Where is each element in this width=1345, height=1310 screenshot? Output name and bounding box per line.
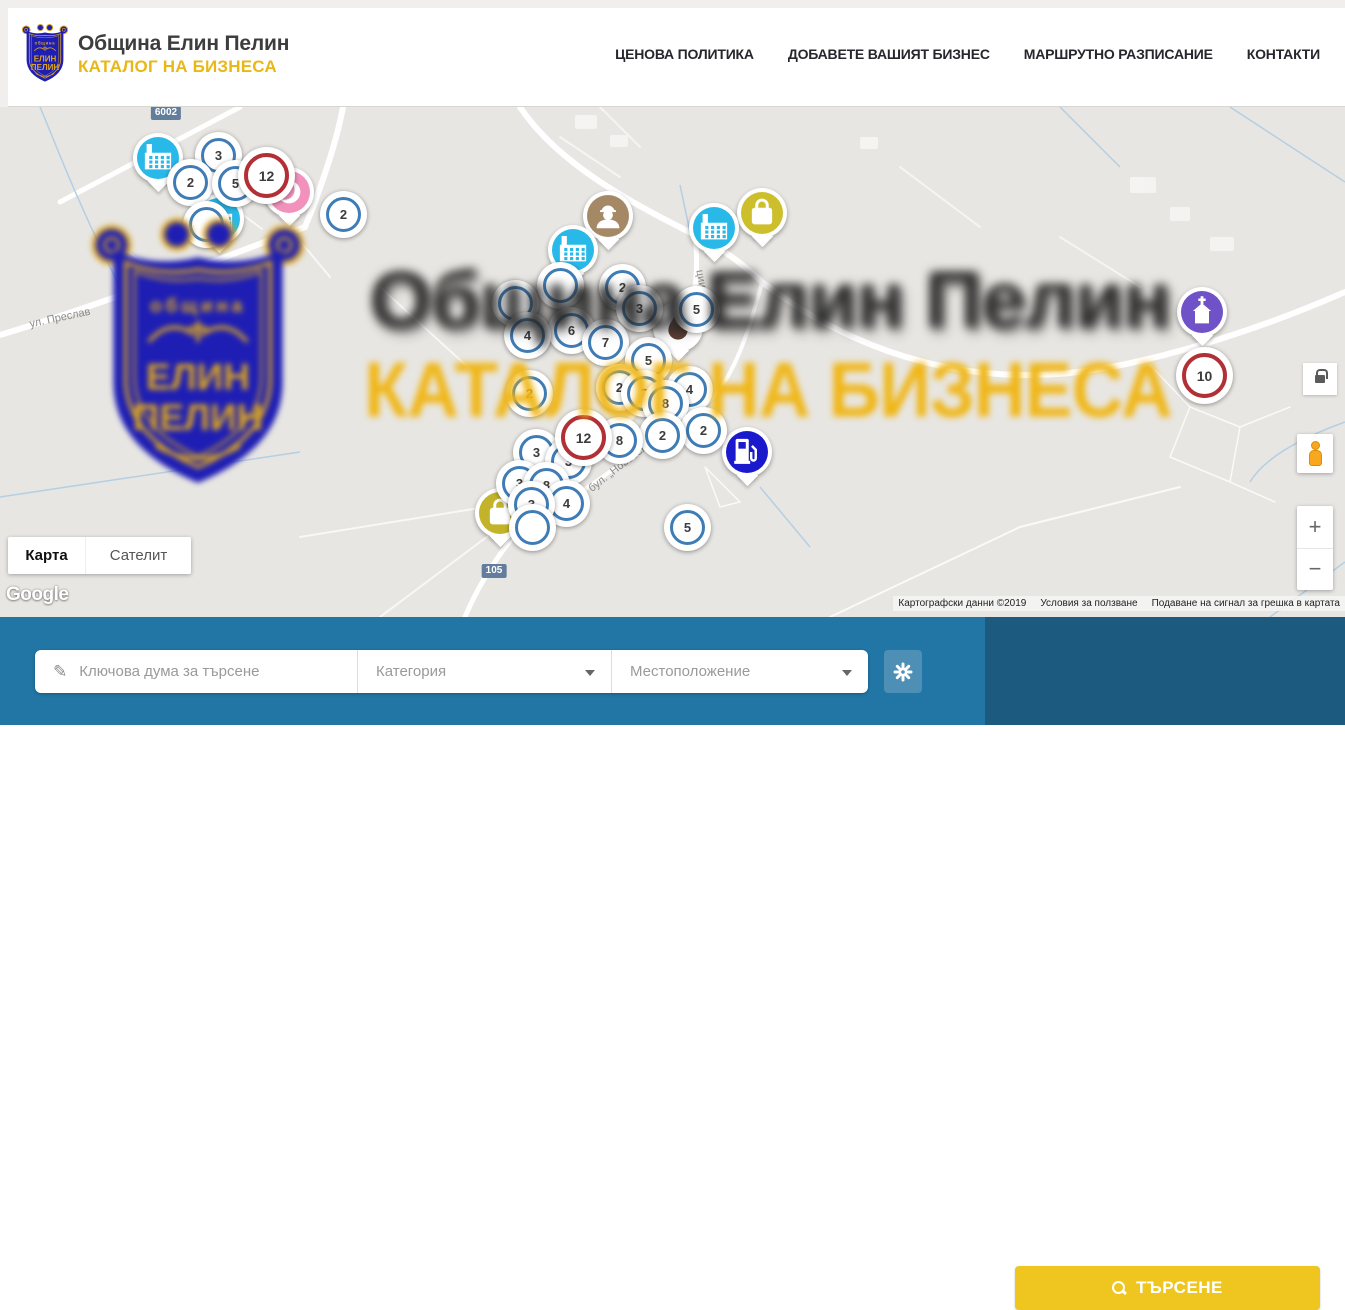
search-bar: ✎ Категория Местоположение ТЪРСЕНЕ <box>0 617 1345 725</box>
map-canvas[interactable]: ул. Преславбул. „Новоселции6002105 31225… <box>0 107 1345 617</box>
marker-factory-icon[interactable] <box>689 203 739 253</box>
keyword-field[interactable]: ✎ <box>35 650 358 693</box>
marker-church-icon[interactable] <box>1177 287 1227 337</box>
cluster-marker[interactable]: 4 <box>504 312 551 359</box>
cluster-marker[interactable]: 10 <box>1176 347 1233 404</box>
nav-item-contacts[interactable]: КОНТАКТИ <box>1247 46 1320 62</box>
keyword-input[interactable] <box>79 663 329 680</box>
marker-fuel-pump-icon[interactable] <box>722 427 772 477</box>
report-error-link[interactable]: Подаване на сигнал за грешка в картата <box>1152 598 1340 609</box>
cluster-marker[interactable]: 12 <box>238 147 295 204</box>
category-select[interactable]: Категория <box>358 650 612 693</box>
lock-icon <box>1315 375 1325 383</box>
zoom-in-button[interactable]: + <box>1297 506 1333 549</box>
search-fields: ✎ Категория Местоположение <box>35 650 868 693</box>
category-placeholder: Категория <box>376 663 446 680</box>
lock-button[interactable] <box>1303 363 1337 395</box>
cluster-marker[interactable]: 2 <box>639 412 686 459</box>
svg-text:ЕЛИН: ЕЛИН <box>34 54 57 63</box>
site-title: Община Елин Пелин <box>78 32 289 56</box>
road-number-badge: 6002 <box>151 107 181 120</box>
cluster-marker[interactable]: 5 <box>664 504 711 551</box>
advanced-search-button[interactable] <box>884 650 922 693</box>
main-nav: ЦЕНОВА ПОЛИТИКА ДОБАВЕТЕ ВАШИЯТ БИЗНЕС М… <box>615 0 1320 107</box>
header: община ЕЛИН ПЕЛИН Община Елин Пелин КАТА… <box>0 0 1345 107</box>
pencil-icon: ✎ <box>53 662 67 682</box>
map-attribution: Картографски данни ©2019 Условия за полз… <box>893 596 1345 611</box>
site-subtitle: КАТАЛОГ НА БИЗНЕСА <box>78 57 289 77</box>
pegman-icon <box>1307 441 1323 467</box>
road-number-badge: 105 <box>482 564 507 578</box>
location-select[interactable]: Местоположение <box>612 650 868 693</box>
marker-shopping-bag-icon[interactable] <box>737 188 787 238</box>
gear-icon <box>893 662 913 682</box>
google-logo[interactable]: Google <box>6 584 68 606</box>
zoom-out-button[interactable]: − <box>1297 549 1333 591</box>
nav-item-add-business[interactable]: ДОБАВЕТЕ ВАШИЯТ БИЗНЕС <box>788 46 990 62</box>
cluster-marker[interactable]: 2 <box>680 407 727 454</box>
svg-text:община: община <box>35 40 56 45</box>
cluster-marker[interactable]: 2 <box>506 370 553 417</box>
cluster-marker[interactable]: 3 <box>616 285 663 332</box>
location-placeholder: Местоположение <box>630 663 750 680</box>
cluster-marker[interactable]: 2 <box>320 191 367 238</box>
search-icon <box>1112 1281 1126 1295</box>
cluster-marker[interactable] <box>537 262 584 309</box>
svg-text:ПЕЛИН: ПЕЛИН <box>31 63 60 72</box>
nav-item-route-schedule[interactable]: МАРШРУТНО РАЗПИСАНИЕ <box>1024 46 1213 62</box>
municipality-emblem-icon: община ЕЛИН ПЕЛИН <box>22 23 68 85</box>
zoom-control: + − <box>1297 506 1333 590</box>
chevron-down-icon <box>585 670 595 676</box>
terms-link[interactable]: Условия за ползване <box>1040 598 1137 609</box>
cluster-marker[interactable] <box>509 504 556 551</box>
search-button[interactable]: ТЪРСЕНЕ <box>1015 1266 1320 1310</box>
cluster-marker[interactable]: 5 <box>673 286 720 333</box>
cluster-marker[interactable]: 7 <box>582 319 629 366</box>
search-bar-right-panel <box>985 617 1345 725</box>
nav-item-pricing[interactable]: ЦЕНОВА ПОЛИТИКА <box>615 46 754 62</box>
cluster-marker[interactable]: 12 <box>555 409 612 466</box>
satellite-view-button[interactable]: Сателит <box>85 537 191 574</box>
cluster-marker[interactable] <box>183 201 230 248</box>
map-type-control: Карта Сателит <box>8 537 191 574</box>
pegman-control[interactable] <box>1297 434 1333 473</box>
map-view-button[interactable]: Карта <box>8 537 85 574</box>
chevron-down-icon <box>842 670 852 676</box>
site-logo[interactable]: община ЕЛИН ПЕЛИН Община Елин Пелин КАТА… <box>22 23 289 85</box>
cluster-marker[interactable]: 2 <box>167 159 214 206</box>
attribution-copyright: Картографски данни ©2019 <box>898 598 1026 609</box>
left-strip <box>0 0 8 107</box>
